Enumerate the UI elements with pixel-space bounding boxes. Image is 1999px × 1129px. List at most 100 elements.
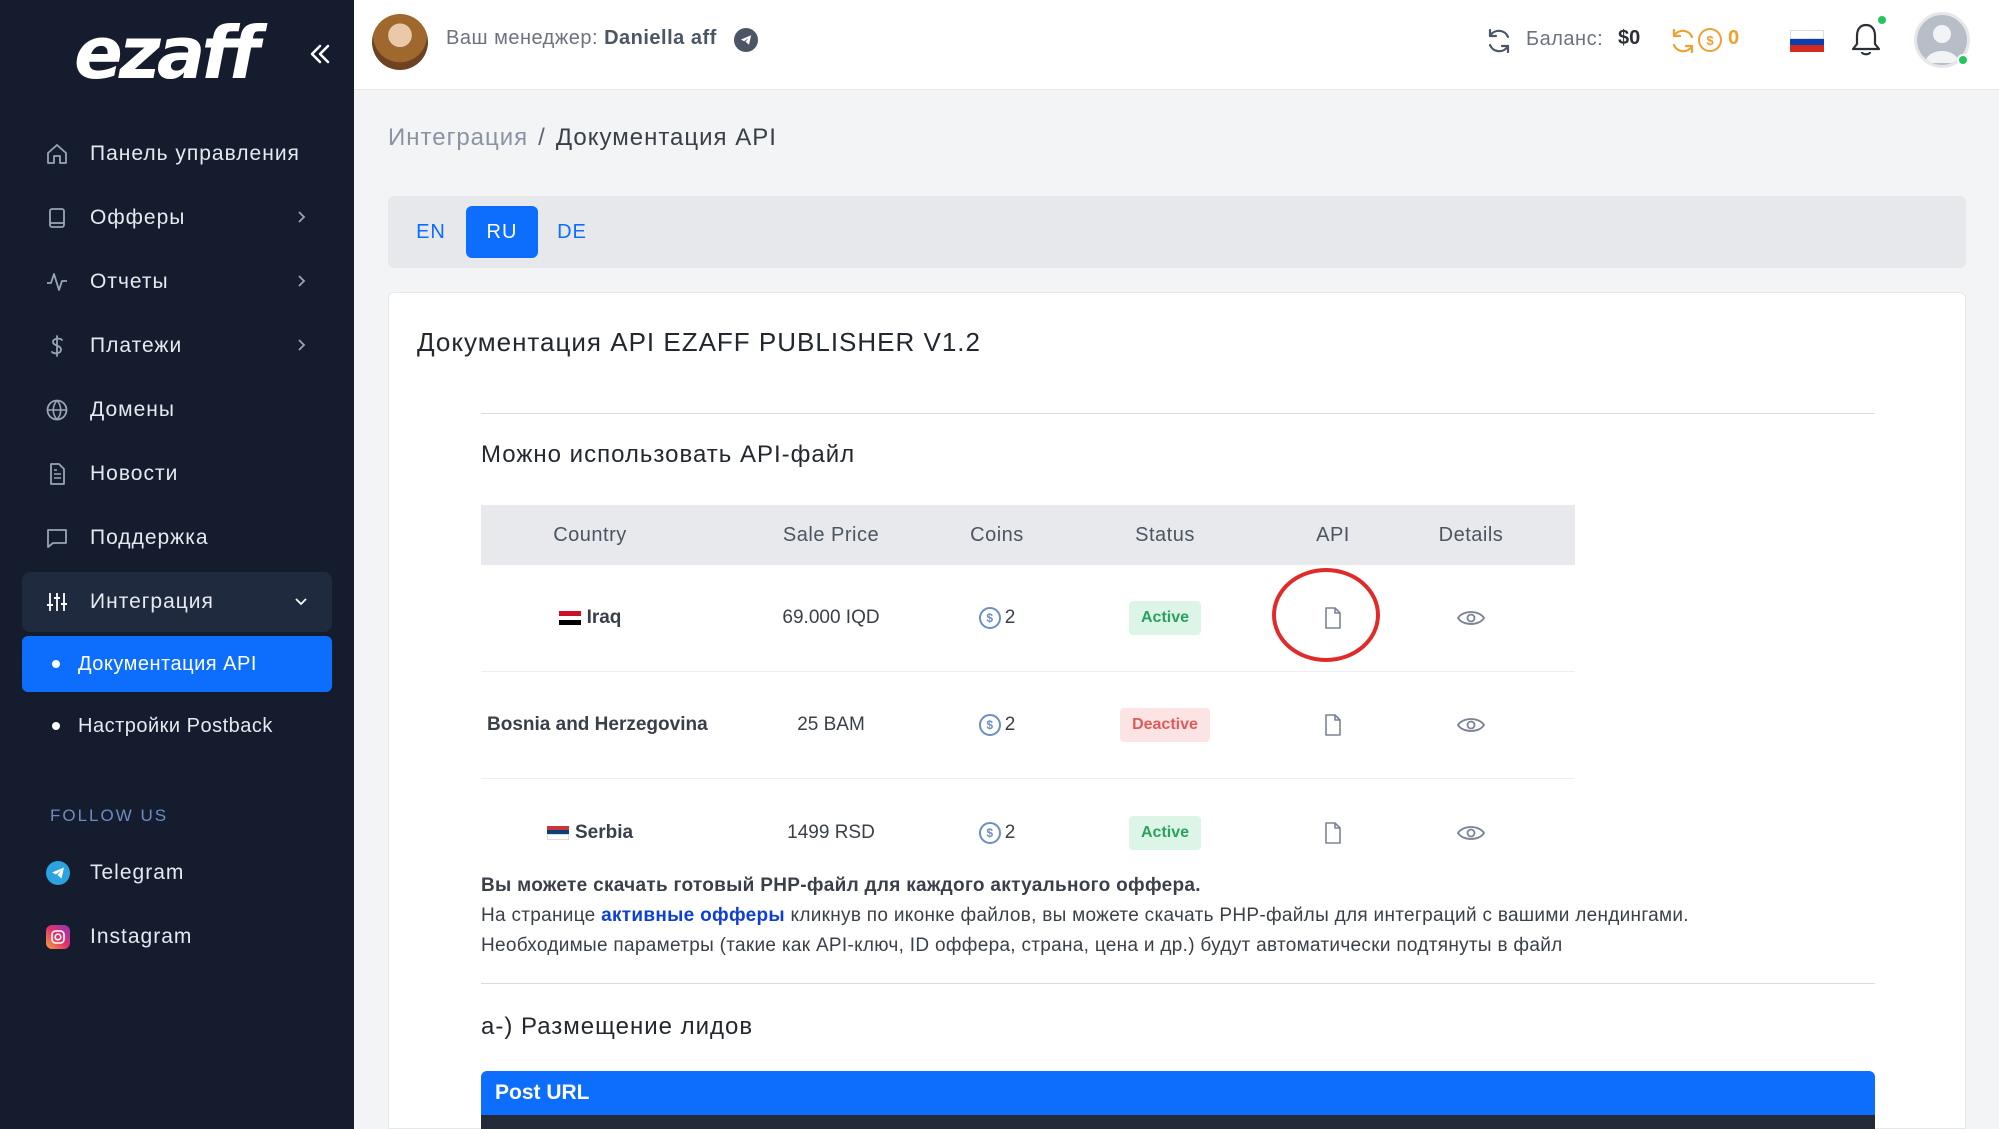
column-header-sale-price: Sale Price <box>782 523 880 546</box>
breadcrumb: Интеграция / Документация API <box>388 124 777 152</box>
chat-icon <box>44 525 70 551</box>
eye-icon <box>1456 825 1486 840</box>
sidebar-item-label: Поддержка <box>90 526 209 549</box>
table-row: Serbia 1499 RSD $2 Active <box>481 779 1575 886</box>
top-header: Ваш менеджер: Daniella aff Баланс: $0 $ … <box>354 0 1999 90</box>
ezaff-logo[interactable]: ezaff <box>74 8 274 98</box>
telegram-link[interactable]: Telegram <box>46 853 184 893</box>
sidebar-item-label: Платежи <box>90 334 183 357</box>
collapse-sidebar-button[interactable] <box>302 36 338 72</box>
sidebar-item-label: Домены <box>90 398 175 421</box>
tab-en[interactable]: EN <box>402 206 460 258</box>
coins-cell: $2 <box>963 821 1031 844</box>
api-cell <box>1299 713 1367 737</box>
chevron-down-icon <box>295 598 307 606</box>
globe-icon <box>44 397 70 423</box>
bell-icon[interactable] <box>1848 20 1884 60</box>
sidebar-subitem-label: Настройки Postback <box>78 714 273 737</box>
sidebar-item-integration[interactable]: Интеграция <box>22 572 332 632</box>
table-row: Bosnia and Herzegovina 25 BAM $2 Deactiv… <box>481 672 1575 779</box>
chevron-right-icon <box>298 211 306 223</box>
instagram-label: Instagram <box>90 925 193 948</box>
serbia-flag-icon <box>546 825 569 840</box>
country-cell: Serbia <box>481 822 699 844</box>
api-docs-card: Документация API EZAFF PUBLISHER V1.2 Мо… <box>388 292 1966 1129</box>
country-name: Serbia <box>574 821 634 843</box>
offers-table: Country Sale Price Coins Status API Deta… <box>481 505 1575 886</box>
coins-value: 2 <box>1004 607 1016 628</box>
coins-cell: $2 <box>963 714 1031 736</box>
balance-value: $0 <box>1618 27 1641 49</box>
divider <box>481 413 1875 414</box>
manager-telegram-button[interactable] <box>734 28 758 52</box>
status-cell: Active <box>1031 815 1299 850</box>
manager-info: Ваш менеджер: Daniella aff <box>446 27 717 50</box>
refresh-coins-icon[interactable] <box>1668 26 1698 56</box>
download-api-file-button[interactable] <box>1322 713 1344 737</box>
telegram-icon <box>740 35 752 45</box>
section-title-lead-placement: a-) Размещение лидов <box>481 1013 754 1040</box>
coin-icon: $ <box>978 714 1001 736</box>
status-badge: Active <box>1128 815 1202 850</box>
sidebar-item-dashboard[interactable]: Панель управления <box>22 124 332 184</box>
breadcrumb-integration-link[interactable]: Интеграция <box>388 124 528 151</box>
iraq-flag-icon <box>558 611 581 626</box>
download-api-file-button[interactable] <box>1322 606 1344 630</box>
section-title-api-file: Можно использовать API-файл <box>481 441 856 468</box>
double-chevron-left-icon <box>310 44 330 64</box>
column-header-coins: Coins <box>970 523 1024 546</box>
coin-icon: $ <box>1698 28 1722 52</box>
sidebar-item-domains[interactable]: Домены <box>22 380 332 440</box>
refresh-balance-icon[interactable] <box>1484 26 1514 56</box>
sidebar-item-news[interactable]: Новости <box>22 444 332 504</box>
view-details-button[interactable] <box>1456 714 1486 736</box>
status-cell: Active <box>1031 601 1299 635</box>
sidebar-item-label: Интеграция <box>90 590 214 613</box>
country-cell: Bosnia and Herzegovina <box>481 714 708 736</box>
sidebar-item-label: Панель управления <box>90 142 300 165</box>
sidebar-item-label: Офферы <box>90 206 186 229</box>
sidebar-item-support[interactable]: Поддержка <box>22 508 332 568</box>
tab-de[interactable]: DE <box>544 206 600 258</box>
chevron-right-icon <box>298 275 306 287</box>
tab-ru[interactable]: RU <box>466 206 538 258</box>
sale-price-cell: 25 BAM <box>797 714 865 735</box>
download-api-file-button[interactable] <box>1322 821 1344 845</box>
post-url-code-block <box>481 1115 1875 1129</box>
russia-flag-language-switch[interactable] <box>1790 30 1824 53</box>
sidebar-item-reports[interactable]: Отчеты <box>22 252 332 312</box>
instagram-link[interactable]: Instagram <box>46 917 192 957</box>
sidebar-subitem-api-docs[interactable]: Документация API <box>22 636 332 692</box>
coins-value: 2 <box>1004 714 1016 735</box>
eye-icon <box>1456 611 1486 625</box>
details-cell <box>1367 822 1575 844</box>
sidebar-item-offers[interactable]: Офферы <box>22 188 332 248</box>
view-details-button[interactable] <box>1456 822 1486 844</box>
online-status-dot <box>1957 54 1969 66</box>
details-cell <box>1367 607 1575 629</box>
active-offers-link[interactable]: активные офферы <box>601 905 785 926</box>
view-details-button[interactable] <box>1456 607 1486 629</box>
column-header-country: Country <box>553 523 627 546</box>
table-header: Country Sale Price Coins Status API Deta… <box>481 505 1575 565</box>
status-badge: Active <box>1128 601 1202 635</box>
column-header-status: Status <box>1135 523 1195 546</box>
sidebar-subitem-label: Документация API <box>78 652 257 675</box>
country-name: Iraq <box>586 607 622 628</box>
page-title: Документация API EZAFF PUBLISHER V1.2 <box>417 327 981 357</box>
instagram-icon <box>46 925 70 949</box>
sidebar-item-payments[interactable]: Платежи <box>22 316 332 376</box>
home-icon <box>44 141 70 167</box>
activity-icon <box>44 269 70 295</box>
sale-price-cell: 69.000 IQD <box>782 607 880 628</box>
file-icon <box>1325 714 1341 736</box>
coin-icon: $ <box>978 607 1001 629</box>
divider <box>481 983 1875 984</box>
sale-price-cell: 1499 RSD <box>787 821 875 843</box>
balance-label: Баланс: <box>1526 28 1604 50</box>
bullet-icon <box>52 722 60 730</box>
sidebar-nav: Панель управления Офферы Отчеты Платежи … <box>22 124 332 760</box>
breadcrumb-current: Документация API <box>555 124 777 151</box>
bullet-icon <box>52 660 60 668</box>
sidebar-subitem-postback-settings[interactable]: Настройки Postback <box>22 698 332 754</box>
